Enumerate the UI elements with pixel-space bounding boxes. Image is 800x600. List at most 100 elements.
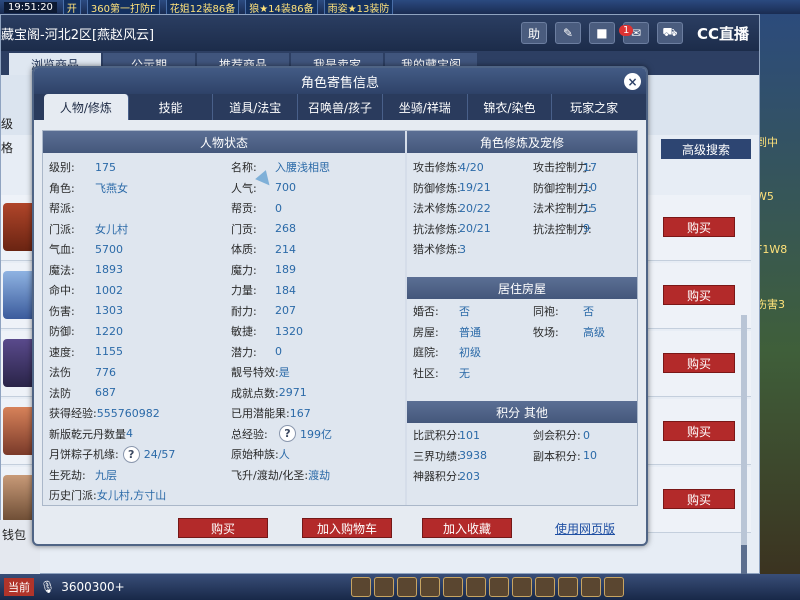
stat-label: 神器积分: [413, 466, 461, 486]
help-tool-button[interactable]: 助 [520, 22, 547, 44]
quick-slot[interactable] [488, 577, 509, 597]
stat-label-text: 牧场: [533, 325, 559, 339]
stat-label-text: 神器积分: [413, 470, 461, 483]
quick-slot[interactable] [373, 577, 394, 597]
stat-label: 级别: [49, 161, 75, 174]
stat-row: 魔法: 1893 [49, 260, 123, 280]
stat-row: 角色: 飞燕女 [49, 178, 128, 198]
tab-pets[interactable]: 召唤兽/孩子 [298, 94, 383, 120]
money-display: 3600300+ [61, 580, 125, 594]
edit-icon[interactable]: ✎ [554, 22, 581, 44]
stat-value: 是 [278, 366, 290, 379]
tab-character[interactable]: 人物/修炼 [44, 94, 129, 120]
quick-slot[interactable] [442, 577, 463, 597]
buy-button[interactable]: 购买 [663, 217, 735, 237]
use-web-version-link[interactable]: 使用网页版 [555, 520, 615, 537]
stat-value: 渡劫 [308, 468, 331, 482]
buy-button[interactable]: 购买 [663, 489, 735, 509]
tab-home[interactable]: 玩家之家 [552, 94, 636, 120]
stat-row: 魔力: 189 [231, 260, 296, 280]
buy-button[interactable]: 购买 [663, 353, 735, 373]
stat-value: 20/22 [459, 198, 491, 218]
stat-value: 九层 [95, 468, 117, 482]
stat-value: 女儿村,方寸山 [96, 489, 167, 502]
stat-value: 普通 [459, 322, 481, 342]
list-scrollbar[interactable] [741, 315, 747, 585]
stat-row: 气血: 5700 [49, 239, 123, 259]
add-to-favorites-button[interactable]: 加入收藏 [422, 518, 512, 538]
stat-value-text: 普通 [459, 325, 481, 339]
stat-value: 207 [275, 304, 296, 317]
advanced-search-button[interactable]: 高级搜索 [661, 139, 751, 159]
quick-slot[interactable] [465, 577, 486, 597]
stat-row: 潜力: 0 [231, 342, 282, 362]
help-icon[interactable]: ? [279, 425, 296, 442]
tab-outfits[interactable]: 锦衣/染色 [468, 94, 553, 120]
stat-value: 687 [95, 386, 116, 399]
stat-value: 776 [95, 365, 116, 379]
stat-label: 法防 [49, 386, 71, 400]
quick-slot[interactable] [603, 577, 624, 597]
stat-row: 成就点数: 2971 [231, 383, 307, 403]
quick-slot[interactable] [534, 577, 555, 597]
stat-label: 副本积分: [533, 446, 581, 466]
stat-label: 伤害: [49, 304, 75, 318]
help-icon[interactable]: ? [122, 445, 140, 463]
quick-slot[interactable] [396, 577, 417, 597]
scrollbar-thumb[interactable] [741, 545, 747, 575]
quick-slot[interactable] [511, 577, 532, 597]
stat-label: 敏捷: [231, 325, 257, 338]
quick-slot[interactable] [580, 577, 601, 597]
stat-label: 同袍: [533, 301, 559, 321]
stat-value: 175 [95, 160, 116, 174]
buy-button[interactable]: 购买 [178, 518, 268, 538]
game-banner: 狼★14装86备 [245, 0, 318, 14]
mic-icon[interactable]: 🎙 [40, 580, 55, 594]
stat-label-text: 社区: [413, 366, 439, 380]
stat-value: 10 [583, 178, 597, 198]
stat-row: 已用潜能果: 167 [231, 403, 311, 423]
buy-button[interactable]: 购买 [663, 285, 735, 305]
stat-value: 飞燕女 [95, 181, 128, 195]
cart-icon[interactable]: ⛟ [656, 22, 683, 44]
stat-label-text: 防御修炼: [413, 181, 461, 195]
game-side-label: W5 [756, 190, 774, 203]
stat-label-text: 法术修炼: [413, 202, 461, 215]
stat-value: 高级 [583, 322, 605, 342]
stat-label: 防御修炼: [413, 178, 461, 198]
stat-label: 三界功绩: [413, 446, 461, 466]
stop-icon[interactable]: ■ [588, 22, 615, 44]
stat-row: 生死劫: 九层 [49, 465, 117, 485]
stat-value: 无 [459, 363, 470, 383]
stat-row: 帮派: [49, 198, 95, 218]
tab-items[interactable]: 道具/法宝 [213, 94, 299, 120]
stat-label: 剑会积分: [533, 425, 581, 445]
quick-slot[interactable] [557, 577, 578, 597]
stat-value: 4 [126, 427, 133, 440]
stat-value-text: 9 [583, 222, 590, 235]
quick-slot[interactable] [419, 577, 440, 597]
buy-button[interactable]: 购买 [663, 421, 735, 441]
game-banner: 开 [62, 0, 81, 14]
stat-label: 社区: [413, 363, 439, 383]
stat-value-text: 17 [583, 160, 597, 174]
tab-skills[interactable]: 技能 [129, 94, 214, 120]
chat-channel-button[interactable]: 当前 [4, 578, 34, 596]
close-icon[interactable]: × [624, 73, 641, 90]
add-to-cart-button[interactable]: 加入购物车 [302, 518, 392, 538]
stat-label: 牧场: [533, 322, 559, 342]
stat-value: 0 [583, 425, 590, 445]
status-panel: 人物状态 级别: 175 角色: 飞燕女 帮派: 门派: 女儿村 气血: 5700 魔法: 1893… [43, 131, 405, 505]
stat-value: 1320 [275, 324, 303, 338]
stat-value: 24/57 [143, 447, 176, 461]
stat-value: 1155 [95, 345, 123, 358]
stat-value-text: 无 [459, 366, 470, 380]
game-bottom-bar: 当前 🎙 3600300+ [0, 574, 800, 600]
stat-label: 已用潜能果: [231, 407, 290, 420]
stat-label: 比武积分: [413, 425, 461, 445]
stat-label-text: 攻击修炼: [413, 161, 461, 174]
stat-value: 5700 [95, 242, 123, 256]
tab-mounts[interactable]: 坐骑/祥瑞 [383, 94, 468, 120]
stat-label: 魔法: [49, 263, 75, 277]
quick-slot[interactable] [350, 577, 371, 597]
